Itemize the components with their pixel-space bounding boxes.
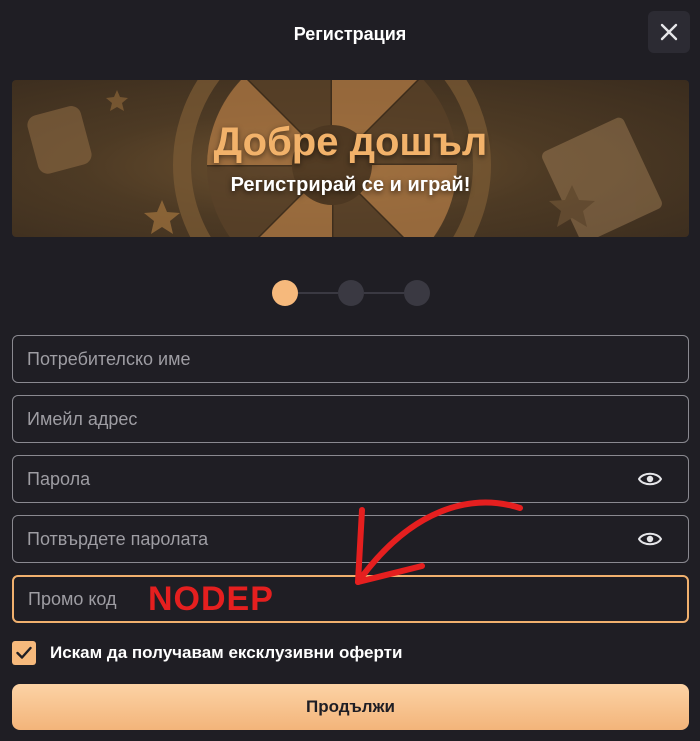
check-icon [16, 646, 32, 659]
step-connector [364, 292, 404, 294]
close-icon [660, 23, 678, 41]
modal-title: Регистрация [293, 24, 407, 44]
email-input[interactable] [27, 408, 617, 430]
step-3 [404, 280, 430, 306]
step-indicator [272, 280, 430, 306]
arrow-annotation [355, 499, 523, 585]
password-input[interactable] [27, 468, 617, 490]
step-2 [338, 280, 364, 306]
offers-checkbox[interactable] [12, 641, 36, 665]
offers-checkbox-row[interactable]: Искам да получавам ексклузивни оферти [12, 641, 402, 665]
email-field[interactable] [12, 395, 689, 443]
banner-title: Добре дошъл [213, 120, 488, 164]
eye-icon[interactable] [638, 469, 662, 489]
banner-subtitle: Регистрирай се и играй! [230, 174, 471, 196]
promo-code-annotation: NODEP [148, 580, 274, 618]
close-button[interactable] [648, 11, 690, 53]
step-connector [298, 292, 338, 294]
continue-button[interactable]: Продължи [12, 684, 689, 730]
welcome-banner: Добре дошъл Регистрирай се и играй! [12, 80, 689, 237]
eye-icon[interactable] [638, 529, 662, 549]
offers-checkbox-label: Искам да получавам ексклузивни оферти [50, 643, 403, 662]
username-field[interactable] [12, 335, 689, 383]
registration-modal: Регистрация Добре дошъл Регистрирай се и… [0, 0, 700, 741]
username-input[interactable] [27, 348, 617, 370]
step-1 [272, 280, 298, 306]
